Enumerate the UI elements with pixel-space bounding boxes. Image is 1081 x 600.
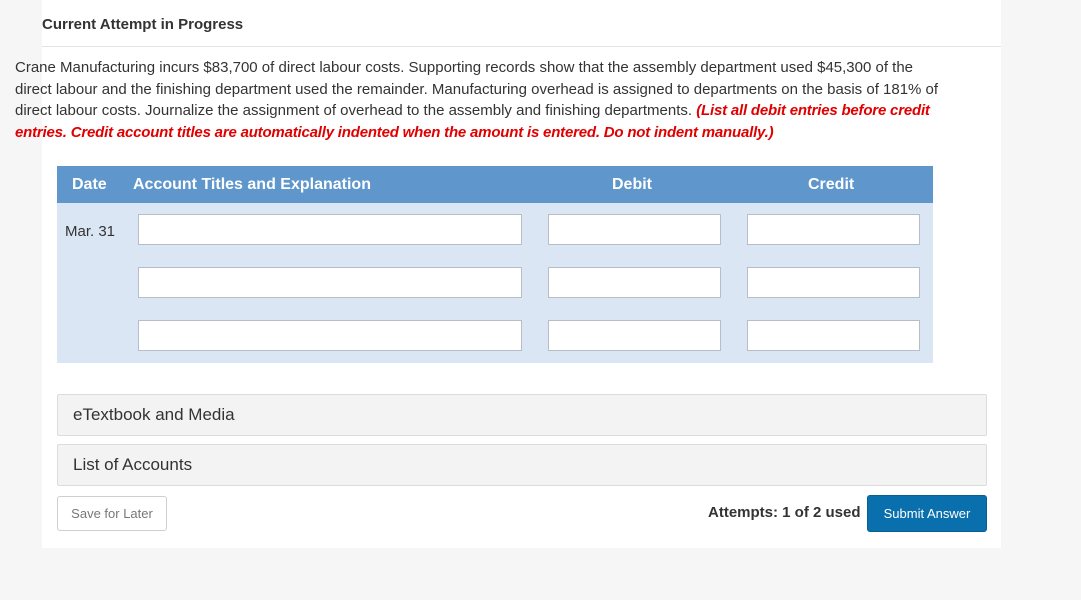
debit-input-1[interactable] xyxy=(548,214,721,245)
account-title-input-1[interactable] xyxy=(138,214,522,245)
credit-input-1[interactable] xyxy=(747,214,920,245)
debit-input-2[interactable] xyxy=(548,267,721,298)
header-credit: Credit xyxy=(808,176,855,193)
submit-answer-button[interactable]: Submit Answer xyxy=(867,495,987,532)
list-of-accounts-label: List of Accounts xyxy=(73,455,193,474)
etextbook-media-toggle[interactable]: eTextbook and Media xyxy=(57,394,987,436)
debit-input-3[interactable] xyxy=(548,320,721,351)
journal-entry-table: Date Account Titles and Explanation Debi… xyxy=(57,166,933,363)
attempt-header: Current Attempt in Progress xyxy=(42,14,1001,47)
question-text: Crane Manufacturing incurs $83,700 of di… xyxy=(15,57,950,143)
header-date: Date xyxy=(72,176,107,193)
list-of-accounts-toggle[interactable]: List of Accounts xyxy=(57,444,987,486)
account-title-input-3[interactable] xyxy=(138,320,522,351)
credit-input-2[interactable] xyxy=(747,267,920,298)
account-title-input-2[interactable] xyxy=(138,267,522,298)
journal-header-row: Date Account Titles and Explanation Debi… xyxy=(57,166,933,203)
save-for-later-button[interactable]: Save for Later xyxy=(57,496,167,531)
credit-input-3[interactable] xyxy=(747,320,920,351)
header-debit: Debit xyxy=(612,176,652,193)
attempt-title: Current Attempt in Progress xyxy=(42,16,244,33)
etextbook-label: eTextbook and Media xyxy=(73,405,235,424)
header-account: Account Titles and Explanation xyxy=(133,176,371,193)
attempts-counter: Attempts: 1 of 2 used xyxy=(708,504,861,521)
entry-date: Mar. 31 xyxy=(65,223,116,240)
